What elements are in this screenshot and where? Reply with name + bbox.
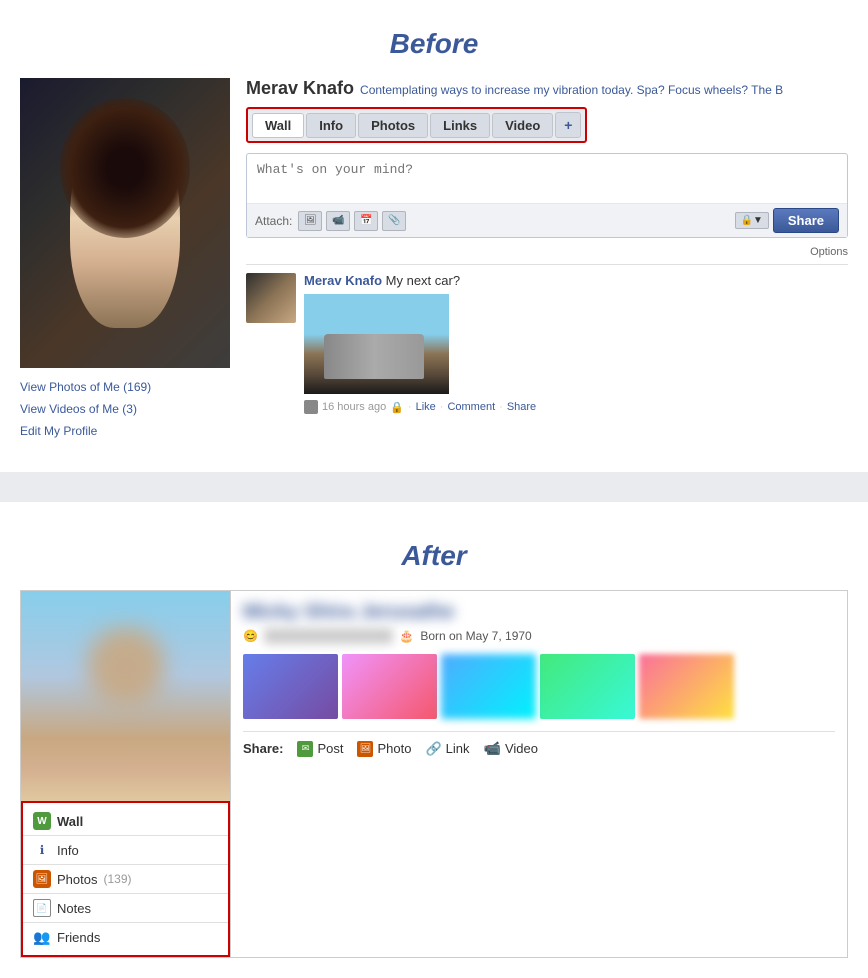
post-time-icon [304,400,318,414]
view-photos-link[interactable]: View Photos of Me (169) [20,376,230,398]
post-time: 16 hours ago [322,401,386,413]
post-card: Merav Knafo My next car? 16 hours ago 🔒 … [246,264,848,422]
photo-thumb-2[interactable] [342,654,437,719]
photos-strip [243,654,835,719]
wall-input-box: Attach: 🖼 📹 📅 📎 🔒▼ Share [246,153,848,238]
share-video-label: Video [505,741,538,756]
privacy-lock[interactable]: 🔒▼ [735,212,769,229]
after-sidebar: W Wall ℹ Info 🖼 Photos (139) 📄 Notes [21,591,231,957]
post-meta: 16 hours ago 🔒 · Like · Comment · Share [304,400,848,414]
after-name-row: Micky Shira Jerusathe [243,601,835,624]
post-image [304,294,449,394]
post-author-avatar [246,273,296,323]
share-video-btn[interactable]: 📹 Video [484,740,538,757]
after-nav-wall[interactable]: W Wall [23,807,228,836]
photo-thumb-3[interactable] [441,654,536,719]
friends-nav-icon: 👥 [33,928,51,946]
share-row: 🔒▼ Share [735,208,840,233]
photos-nav-icon: 🖼 [33,870,51,888]
blurred-face [81,621,171,711]
post-share[interactable]: Share [507,401,536,413]
tab-info[interactable]: Info [306,113,356,138]
after-nav-list: W Wall ℹ Info 🖼 Photos (139) 📄 Notes [21,801,230,957]
wall-nav-icon: W [33,812,51,830]
after-nav-info[interactable]: ℹ Info [23,836,228,865]
after-title: After [20,522,848,582]
after-meta-row: 😊 in a Relationship with 🎂 Born on May 7… [243,628,835,644]
before-profile-name: Merav Knafo [246,78,354,99]
options-link[interactable]: Options [246,246,848,258]
post-like[interactable]: Like [416,401,436,413]
tab-links[interactable]: Links [430,113,490,138]
view-videos-link[interactable]: View Videos of Me (3) [20,398,230,420]
share-post-label: Post [317,741,343,756]
born-label: Born on May 7, 1970 [420,629,531,643]
relationship-icon: 😊 [243,629,258,643]
before-sidebar: View Photos of Me (169) View Videos of M… [20,78,230,442]
share-photo-btn[interactable]: 🖼 Photo [357,741,411,757]
after-profile-photo [21,591,230,801]
attach-label: Attach: [255,214,292,228]
info-nav-label: Info [57,843,79,858]
info-nav-icon: ℹ [33,841,51,859]
tab-wall[interactable]: Wall [252,113,304,138]
video-share-icon: 📹 [484,740,501,757]
before-profile-photo [20,78,230,368]
photo-thumb-1[interactable] [243,654,338,719]
post-header: Merav Knafo My next car? [304,273,848,288]
photo-thumb-4[interactable] [540,654,635,719]
tab-plus[interactable]: + [555,112,581,138]
relationship-blurred: in a Relationship with [264,628,393,644]
share-button[interactable]: Share [773,208,839,233]
photos-nav-label: Photos [57,872,97,887]
wall-nav-label: Wall [57,814,83,829]
post-comment[interactable]: Comment [447,401,495,413]
share-photo-label: Photo [377,741,411,756]
after-main-content: Micky Shira Jerusathe 😊 in a Relationshi… [231,591,847,957]
before-profile-layout: View Photos of Me (169) View Videos of M… [20,78,848,442]
after-nav-notes[interactable]: 📄 Notes [23,894,228,923]
notes-nav-icon: 📄 [33,899,51,917]
photo-share-icon: 🖼 [357,741,373,757]
before-nav-tabs: Wall Info Photos Links Video + [246,107,587,143]
after-nav-photos[interactable]: 🖼 Photos (139) [23,865,228,894]
wall-input[interactable] [247,154,847,200]
share-post-btn[interactable]: ✉ Post [297,741,343,757]
share-link-btn[interactable]: 🔗 Link [425,741,469,757]
after-profile-name: Micky Shira Jerusathe [243,601,454,624]
attach-photo-icon[interactable]: 🖼 [298,211,322,231]
before-profile-status: Contemplating ways to increase my vibrat… [360,83,848,97]
after-profile-layout: W Wall ℹ Info 🖼 Photos (139) 📄 Notes [20,590,848,958]
photo-thumb-5[interactable] [639,654,734,719]
wall-attach-row: Attach: 🖼 📹 📅 📎 🔒▼ Share [247,203,847,237]
before-name-row: Merav Knafo Contemplating ways to increa… [246,78,848,99]
lock-icon: 🔒 [390,401,404,414]
photos-nav-count: (139) [103,872,131,886]
attach-video-icon[interactable]: 📹 [326,211,350,231]
before-section: Before View Photos of Me (169) View Vide… [0,0,868,462]
share-bar-label: Share: [243,741,283,756]
after-nav-friends[interactable]: 👥 Friends [23,923,228,951]
link-share-icon: 🔗 [425,741,441,757]
attach-link-icon[interactable]: 📎 [382,211,406,231]
notes-nav-label: Notes [57,901,91,916]
post-author-name[interactable]: Merav Knafo [304,273,382,288]
edit-profile-link[interactable]: Edit My Profile [20,420,230,442]
after-share-bar: Share: ✉ Post 🖼 Photo 🔗 Link 📹 Video [243,731,835,757]
attach-icons: 🖼 📹 📅 📎 [298,211,406,231]
friends-nav-label: Friends [57,930,100,945]
section-divider [0,472,868,502]
post-share-icon: ✉ [297,741,313,757]
post-body: Merav Knafo My next car? 16 hours ago 🔒 … [304,273,848,414]
share-link-label: Link [446,741,470,756]
before-main-content: Merav Knafo Contemplating ways to increa… [246,78,848,442]
tab-photos[interactable]: Photos [358,113,428,138]
tab-video[interactable]: Video [492,113,553,138]
attach-event-icon[interactable]: 📅 [354,211,378,231]
post-text: My next car? [386,273,460,288]
after-section: After W Wall ℹ Info 🖼 [0,512,868,978]
before-title: Before [20,10,848,70]
attach-area: Attach: 🖼 📹 📅 📎 [255,211,406,231]
sidebar-links: View Photos of Me (169) View Videos of M… [20,376,230,442]
